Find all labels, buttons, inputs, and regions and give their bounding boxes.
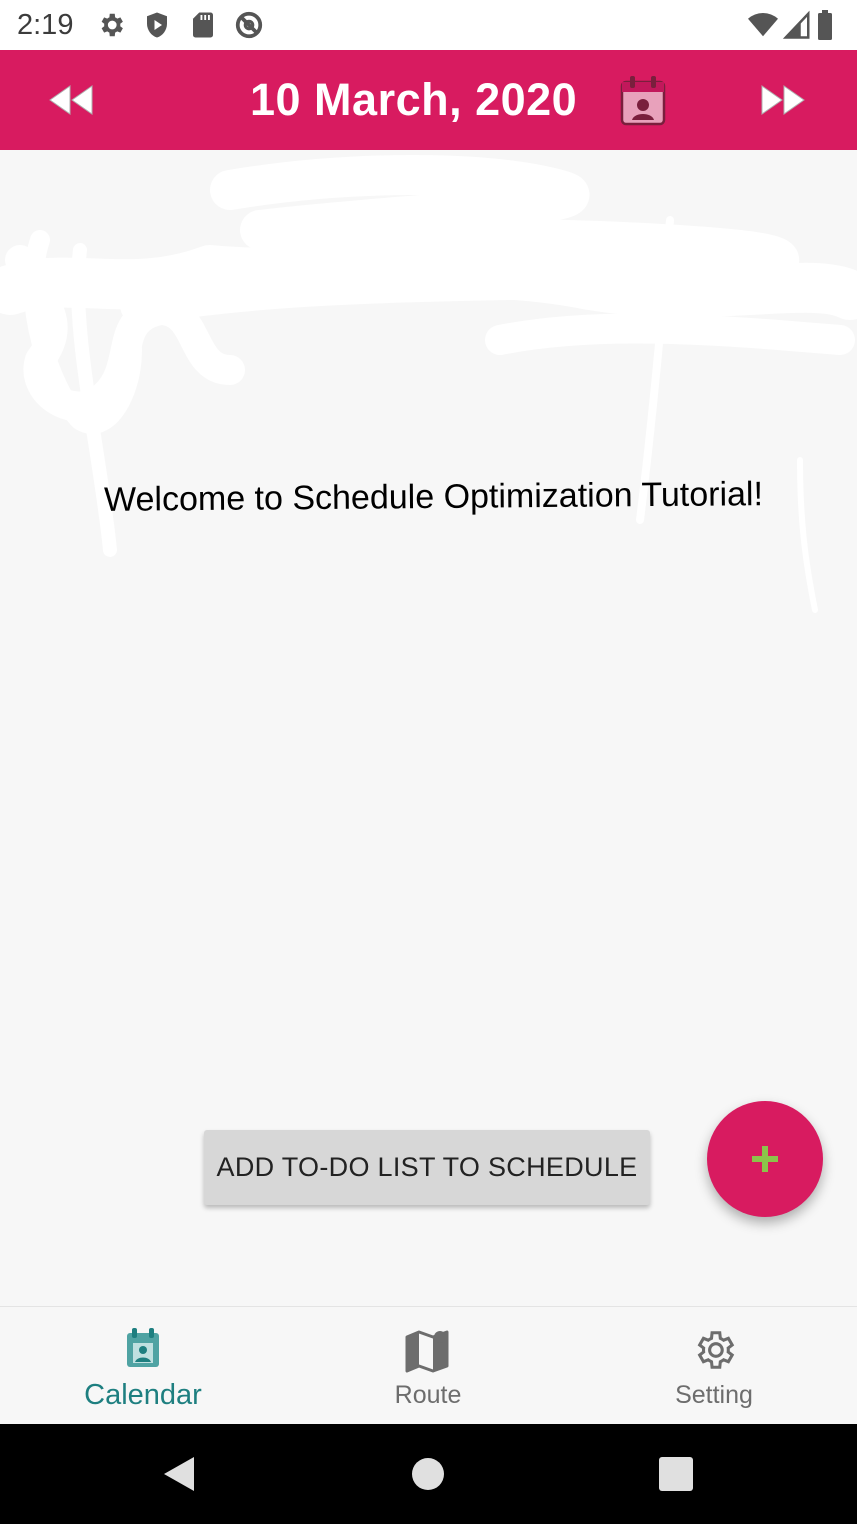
nav-label-setting: Setting — [675, 1381, 753, 1409]
at-sign-icon — [234, 10, 264, 40]
welcome-message: Welcome to Schedule Optimization Tutoria… — [103, 475, 764, 519]
map-icon — [403, 1327, 453, 1373]
system-navigation-bar — [0, 1424, 857, 1524]
calendar-icon — [620, 76, 666, 126]
nav-label-calendar: Calendar — [84, 1379, 202, 1411]
bottom-navigation: Calendar Route Setting — [0, 1306, 857, 1424]
date-header: 10 March, 2020 — [0, 50, 857, 150]
sd-card-icon — [188, 10, 218, 40]
calendar-picker-button[interactable] — [618, 74, 668, 128]
app-screen: 2:19 10 March, 2020 Welcome to Schedule … — [0, 0, 857, 1524]
recents-icon — [659, 1457, 693, 1491]
cell-signal-icon — [782, 10, 812, 40]
recents-button[interactable] — [656, 1454, 696, 1494]
home-button[interactable] — [408, 1454, 448, 1494]
nav-item-route[interactable]: Route — [285, 1307, 571, 1425]
nav-item-setting[interactable]: Setting — [571, 1307, 857, 1425]
fast-forward-icon — [761, 85, 805, 115]
nav-item-calendar[interactable]: Calendar — [0, 1307, 286, 1425]
add-event-fab[interactable] — [707, 1101, 823, 1217]
current-date: 10 March, 2020 — [250, 74, 578, 125]
rewind-icon — [49, 85, 93, 115]
calendar-icon — [118, 1327, 168, 1373]
gear-icon — [96, 10, 126, 40]
nav-label-route: Route — [394, 1381, 462, 1409]
plus-icon — [752, 1146, 778, 1172]
shield-icon — [142, 10, 172, 40]
next-day-button[interactable] — [756, 72, 812, 128]
back-button[interactable] — [160, 1454, 200, 1494]
home-icon — [412, 1458, 444, 1490]
status-bar: 2:19 — [0, 0, 857, 50]
battery-icon — [816, 10, 840, 40]
previous-day-button[interactable] — [42, 72, 98, 128]
gear-icon — [689, 1327, 739, 1373]
wifi-icon — [748, 10, 778, 40]
status-time: 2:19 — [17, 9, 74, 41]
back-icon — [164, 1457, 194, 1491]
add-todo-list-button[interactable]: ADD TO-DO LIST TO SCHEDULE — [204, 1130, 650, 1205]
